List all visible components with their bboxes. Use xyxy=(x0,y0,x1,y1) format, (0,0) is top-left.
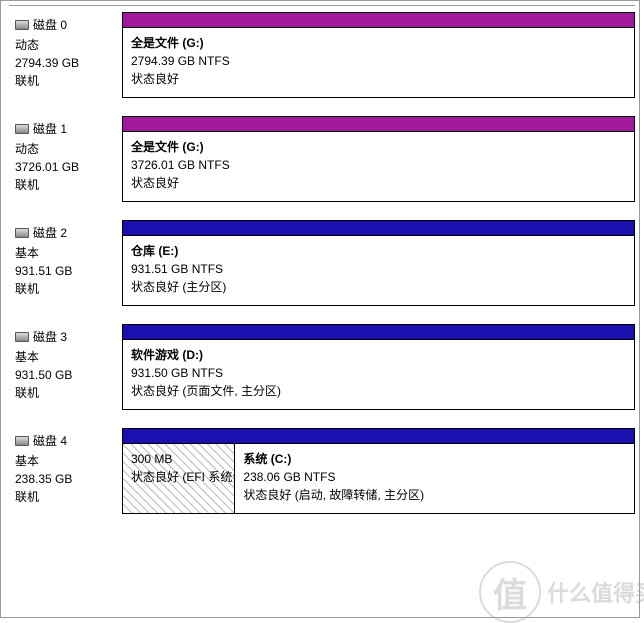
watermark-text: 什么值得买 xyxy=(547,576,644,608)
disks-container: 磁盘 0 动态 2794.39 GB 联机 全是文件 (G:)2794.39 G… xyxy=(9,12,635,514)
partition-size: 931.50 GB NTFS xyxy=(131,364,626,382)
disk-icon xyxy=(15,20,29,30)
partition-status: 状态良好 xyxy=(131,70,626,88)
disk-icon xyxy=(15,228,29,238)
disk-status: 联机 xyxy=(15,176,118,194)
partition[interactable]: 软件游戏 (D:)931.50 GB NTFS状态良好 (页面文件, 主分区) xyxy=(123,340,634,409)
disk-info[interactable]: 磁盘 1 动态 3726.01 GB 联机 xyxy=(9,116,122,202)
disk-type: 动态 xyxy=(15,36,118,54)
partition-size: 300 MB xyxy=(131,450,226,468)
partitions: 仓库 (E:)931.51 GB NTFS状态良好 (主分区) xyxy=(122,236,635,306)
disk-status: 联机 xyxy=(15,72,118,90)
disk-header-bar[interactable] xyxy=(122,12,635,28)
partitions: 300 MB状态良好 (EFI 系统分系统 (C:)238.06 GB NTFS… xyxy=(122,444,635,514)
partition-name: 系统 (C:) xyxy=(243,450,626,468)
disk-graphic: 软件游戏 (D:)931.50 GB NTFS状态良好 (页面文件, 主分区) xyxy=(122,324,635,410)
partition-status: 状态良好 (启动, 故障转储, 主分区) xyxy=(243,486,626,504)
disk-size: 931.50 GB xyxy=(15,366,118,384)
disk-name: 磁盘 1 xyxy=(33,120,67,138)
disk-header-bar[interactable] xyxy=(122,116,635,132)
disk-icon xyxy=(15,332,29,342)
partition-name: 全是文件 (G:) xyxy=(131,138,626,156)
partition-size: 3726.01 GB NTFS xyxy=(131,156,626,174)
disk-info[interactable]: 磁盘 2 基本 931.51 GB 联机 xyxy=(9,220,122,306)
disk-row[interactable]: 磁盘 0 动态 2794.39 GB 联机 全是文件 (G:)2794.39 G… xyxy=(9,12,635,98)
partition-status: 状态良好 (主分区) xyxy=(131,278,626,296)
disk-name: 磁盘 4 xyxy=(33,432,67,450)
disk-header-bar[interactable] xyxy=(122,324,635,340)
partition-name: 软件游戏 (D:) xyxy=(131,346,626,364)
disk-status: 联机 xyxy=(15,384,118,402)
partition-status: 状态良好 (EFI 系统分 xyxy=(131,468,226,486)
disk-management-panel: 磁盘 0 动态 2794.39 GB 联机 全是文件 (G:)2794.39 G… xyxy=(0,0,640,618)
partition-status: 状态良好 (页面文件, 主分区) xyxy=(131,382,626,400)
partitions: 全是文件 (G:)3726.01 GB NTFS状态良好 xyxy=(122,132,635,202)
partitions: 软件游戏 (D:)931.50 GB NTFS状态良好 (页面文件, 主分区) xyxy=(122,340,635,410)
watermark: 值 什么值得买 xyxy=(479,561,644,623)
disk-icon xyxy=(15,124,29,134)
disk-info[interactable]: 磁盘 0 动态 2794.39 GB 联机 xyxy=(9,12,122,98)
partition-size: 931.51 GB NTFS xyxy=(131,260,626,278)
disk-name: 磁盘 0 xyxy=(33,16,67,34)
partition[interactable]: 仓库 (E:)931.51 GB NTFS状态良好 (主分区) xyxy=(123,236,634,305)
disk-row[interactable]: 磁盘 3 基本 931.50 GB 联机 软件游戏 (D:)931.50 GB … xyxy=(9,324,635,410)
partitions: 全是文件 (G:)2794.39 GB NTFS状态良好 xyxy=(122,28,635,98)
disk-header-bar[interactable] xyxy=(122,220,635,236)
partition[interactable]: 全是文件 (G:)2794.39 GB NTFS状态良好 xyxy=(123,28,634,97)
partition-status: 状态良好 xyxy=(131,174,626,192)
disk-name: 磁盘 3 xyxy=(33,328,67,346)
disk-header-bar[interactable] xyxy=(122,428,635,444)
disk-graphic: 全是文件 (G:)3726.01 GB NTFS状态良好 xyxy=(122,116,635,202)
disk-icon xyxy=(15,436,29,446)
disk-status: 联机 xyxy=(15,488,118,506)
disk-graphic: 仓库 (E:)931.51 GB NTFS状态良好 (主分区) xyxy=(122,220,635,306)
panel-divider xyxy=(9,5,635,6)
disk-size: 3726.01 GB xyxy=(15,158,118,176)
disk-info[interactable]: 磁盘 3 基本 931.50 GB 联机 xyxy=(9,324,122,410)
disk-type: 基本 xyxy=(15,348,118,366)
disk-graphic: 全是文件 (G:)2794.39 GB NTFS状态良好 xyxy=(122,12,635,98)
partition[interactable]: 系统 (C:)238.06 GB NTFS状态良好 (启动, 故障转储, 主分区… xyxy=(235,444,634,513)
disk-info[interactable]: 磁盘 4 基本 238.35 GB 联机 xyxy=(9,428,122,514)
disk-type: 基本 xyxy=(15,244,118,262)
disk-row[interactable]: 磁盘 2 基本 931.51 GB 联机 仓库 (E:)931.51 GB NT… xyxy=(9,220,635,306)
partition[interactable]: 300 MB状态良好 (EFI 系统分 xyxy=(123,444,235,513)
disk-row[interactable]: 磁盘 1 动态 3726.01 GB 联机 全是文件 (G:)3726.01 G… xyxy=(9,116,635,202)
partition-size: 2794.39 GB NTFS xyxy=(131,52,626,70)
disk-type: 基本 xyxy=(15,452,118,470)
partition-size: 238.06 GB NTFS xyxy=(243,468,626,486)
partition[interactable]: 全是文件 (G:)3726.01 GB NTFS状态良好 xyxy=(123,132,634,201)
disk-name: 磁盘 2 xyxy=(33,224,67,242)
disk-size: 931.51 GB xyxy=(15,262,118,280)
disk-type: 动态 xyxy=(15,140,118,158)
disk-size: 238.35 GB xyxy=(15,470,118,488)
partition-name: 全是文件 (G:) xyxy=(131,34,626,52)
partition-name: 仓库 (E:) xyxy=(131,242,626,260)
watermark-badge: 值 xyxy=(479,561,541,623)
disk-size: 2794.39 GB xyxy=(15,54,118,72)
disk-graphic: 300 MB状态良好 (EFI 系统分系统 (C:)238.06 GB NTFS… xyxy=(122,428,635,514)
disk-status: 联机 xyxy=(15,280,118,298)
disk-row[interactable]: 磁盘 4 基本 238.35 GB 联机 300 MB状态良好 (EFI 系统分… xyxy=(9,428,635,514)
